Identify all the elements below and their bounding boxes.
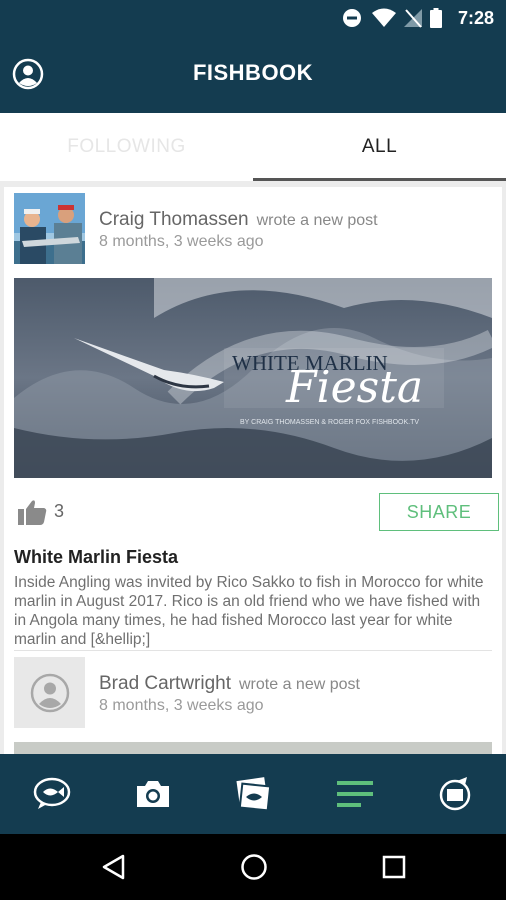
photo-gallery-icon [236, 777, 272, 811]
nav-fish-chat[interactable] [32, 774, 72, 814]
author-line: Craig Thomassen wrote a new post [99, 209, 378, 231]
share-button[interactable]: SHARE [379, 493, 499, 531]
author-name[interactable]: Brad Cartwright [99, 673, 231, 694]
system-nav-bar [0, 834, 506, 900]
post-action-text: wrote a new post [256, 212, 378, 229]
author-avatar[interactable] [14, 657, 85, 728]
like-count: 3 [54, 501, 65, 521]
wifi-icon [372, 8, 396, 33]
tab-all[interactable]: ALL [253, 113, 506, 181]
home-button[interactable] [238, 851, 270, 883]
back-icon [102, 854, 125, 880]
author-avatar[interactable] [14, 193, 85, 264]
nav-gallery[interactable] [233, 774, 273, 814]
thumbs-up-icon[interactable] [18, 499, 48, 530]
video-icon [439, 777, 471, 811]
status-time: 7:28 [457, 8, 494, 28]
post-header: Craig Thomassen wrote a new post 8 months… [14, 193, 494, 269]
author-name[interactable]: Craig Thomassen [99, 209, 249, 230]
default-avatar-icon [30, 673, 69, 712]
post-hero-image[interactable]: WHITE MARLIN Fiesta BY CRAIG THOMASSEN &… [14, 278, 492, 478]
home-icon [241, 854, 267, 880]
nav-camera[interactable] [133, 774, 173, 814]
recents-button[interactable] [378, 851, 410, 883]
bottom-nav [0, 754, 506, 834]
post-timestamp: 8 months, 3 weeks ago [99, 233, 264, 250]
tab-following[interactable]: FOLLOWING [0, 113, 253, 181]
no-signal-icon [404, 8, 422, 33]
camera-icon [137, 781, 169, 807]
post-header: Brad Cartwright wrote a new post 8 months… [14, 657, 494, 733]
app-screen: 7:28 FISHBOOK FOLLOWING ALL Craig Thomas… [0, 0, 506, 900]
nav-video[interactable] [435, 774, 475, 814]
battery-icon [430, 8, 442, 33]
post-hero-image[interactable] [14, 742, 492, 754]
hero-title-script: Fiesta [285, 362, 423, 413]
recents-icon [382, 855, 406, 879]
hero-byline: BY CRAIG THOMASSEN & ROGER FOX FISHBOOK.… [240, 419, 419, 426]
top-bar: 7:28 FISHBOOK [0, 0, 506, 113]
back-button[interactable] [97, 851, 129, 883]
post-action-text: wrote a new post [239, 676, 360, 693]
do-not-disturb-icon [342, 8, 362, 33]
feed-icon [337, 781, 373, 807]
status-bar: 7:28 [0, 0, 506, 36]
post-actions: 3 SHARE [14, 493, 499, 533]
post-timestamp: 8 months, 3 weeks ago [99, 697, 264, 714]
post-card: Craig Thomassen wrote a new post 8 months… [4, 187, 502, 754]
app-title: FISHBOOK [192, 60, 314, 85]
fish-chat-icon [33, 777, 71, 809]
post-title[interactable]: White Marlin Fiesta [14, 547, 178, 568]
feed-list[interactable]: Craig Thomassen wrote a new post 8 months… [0, 181, 506, 754]
post-divider [14, 650, 492, 651]
nav-feed[interactable] [335, 774, 375, 814]
post-excerpt[interactable]: Inside Angling was invited by Rico Sakko… [14, 573, 492, 649]
author-line: Brad Cartwright wrote a new post [99, 673, 360, 695]
feed-tabs: FOLLOWING ALL [0, 113, 506, 181]
